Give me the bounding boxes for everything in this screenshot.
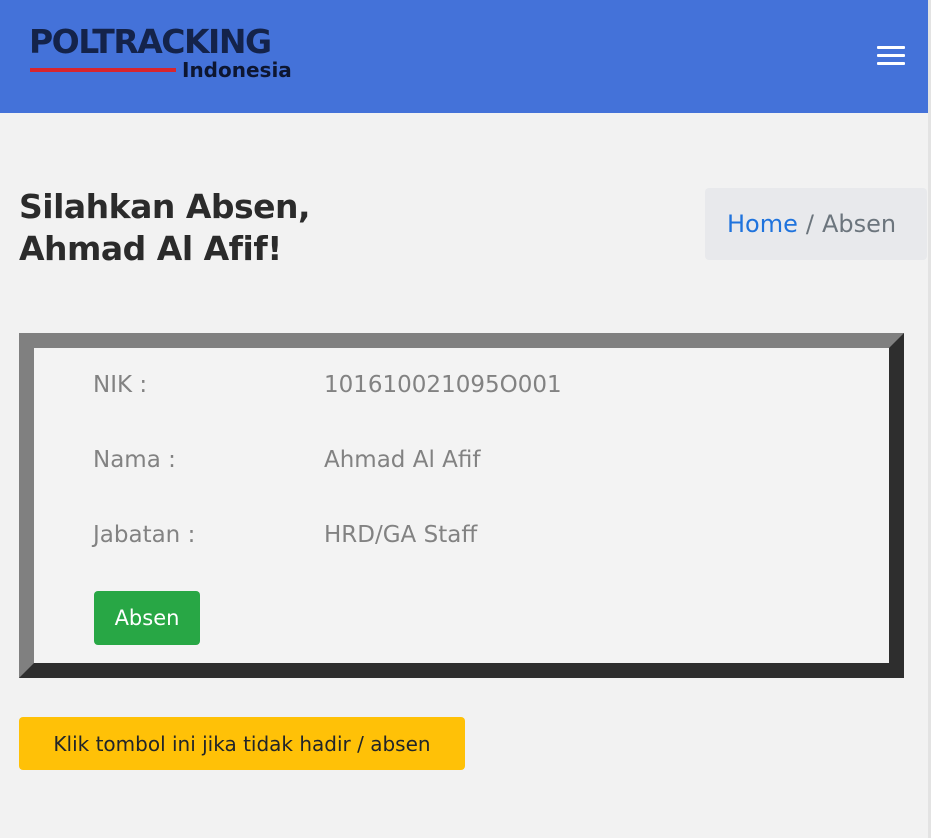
logo-subtitle: Indonesia	[182, 58, 292, 82]
page-title-line1: Silahkan Absen,	[19, 187, 311, 226]
poltracking-logo[interactable]: POLTRACKING Indonesia	[29, 24, 319, 86]
breadcrumb-separator: /	[805, 210, 814, 238]
logo-underline	[30, 68, 176, 72]
breadcrumb-home-link[interactable]: Home	[727, 210, 798, 238]
nama-value: Ahmad Al Afif	[324, 447, 481, 473]
nama-label: Nama :	[93, 447, 176, 473]
nik-value: 101610021095O001	[324, 372, 562, 398]
page-title-line2: Ahmad Al Afif!	[19, 229, 282, 268]
page-title: Silahkan Absen, Ahmad Al Afif!	[19, 186, 439, 270]
not-present-button[interactable]: Klik tombol ini jika tidak hadir / absen	[19, 717, 465, 770]
attendance-card: NIK : 101610021095O001 Nama : Ahmad Al A…	[19, 333, 904, 678]
breadcrumb-current: Absen	[821, 210, 897, 238]
jabatan-label: Jabatan :	[93, 522, 196, 548]
top-navbar: POLTRACKING Indonesia	[0, 0, 928, 113]
hamburger-menu-icon[interactable]	[876, 44, 906, 68]
absen-button[interactable]: Absen	[94, 591, 200, 645]
nik-label: NIK :	[93, 372, 148, 398]
logo-title: POLTRACKING	[29, 22, 272, 61]
breadcrumb: Home / Absen	[705, 188, 927, 260]
jabatan-value: HRD/GA Staff	[324, 522, 478, 548]
